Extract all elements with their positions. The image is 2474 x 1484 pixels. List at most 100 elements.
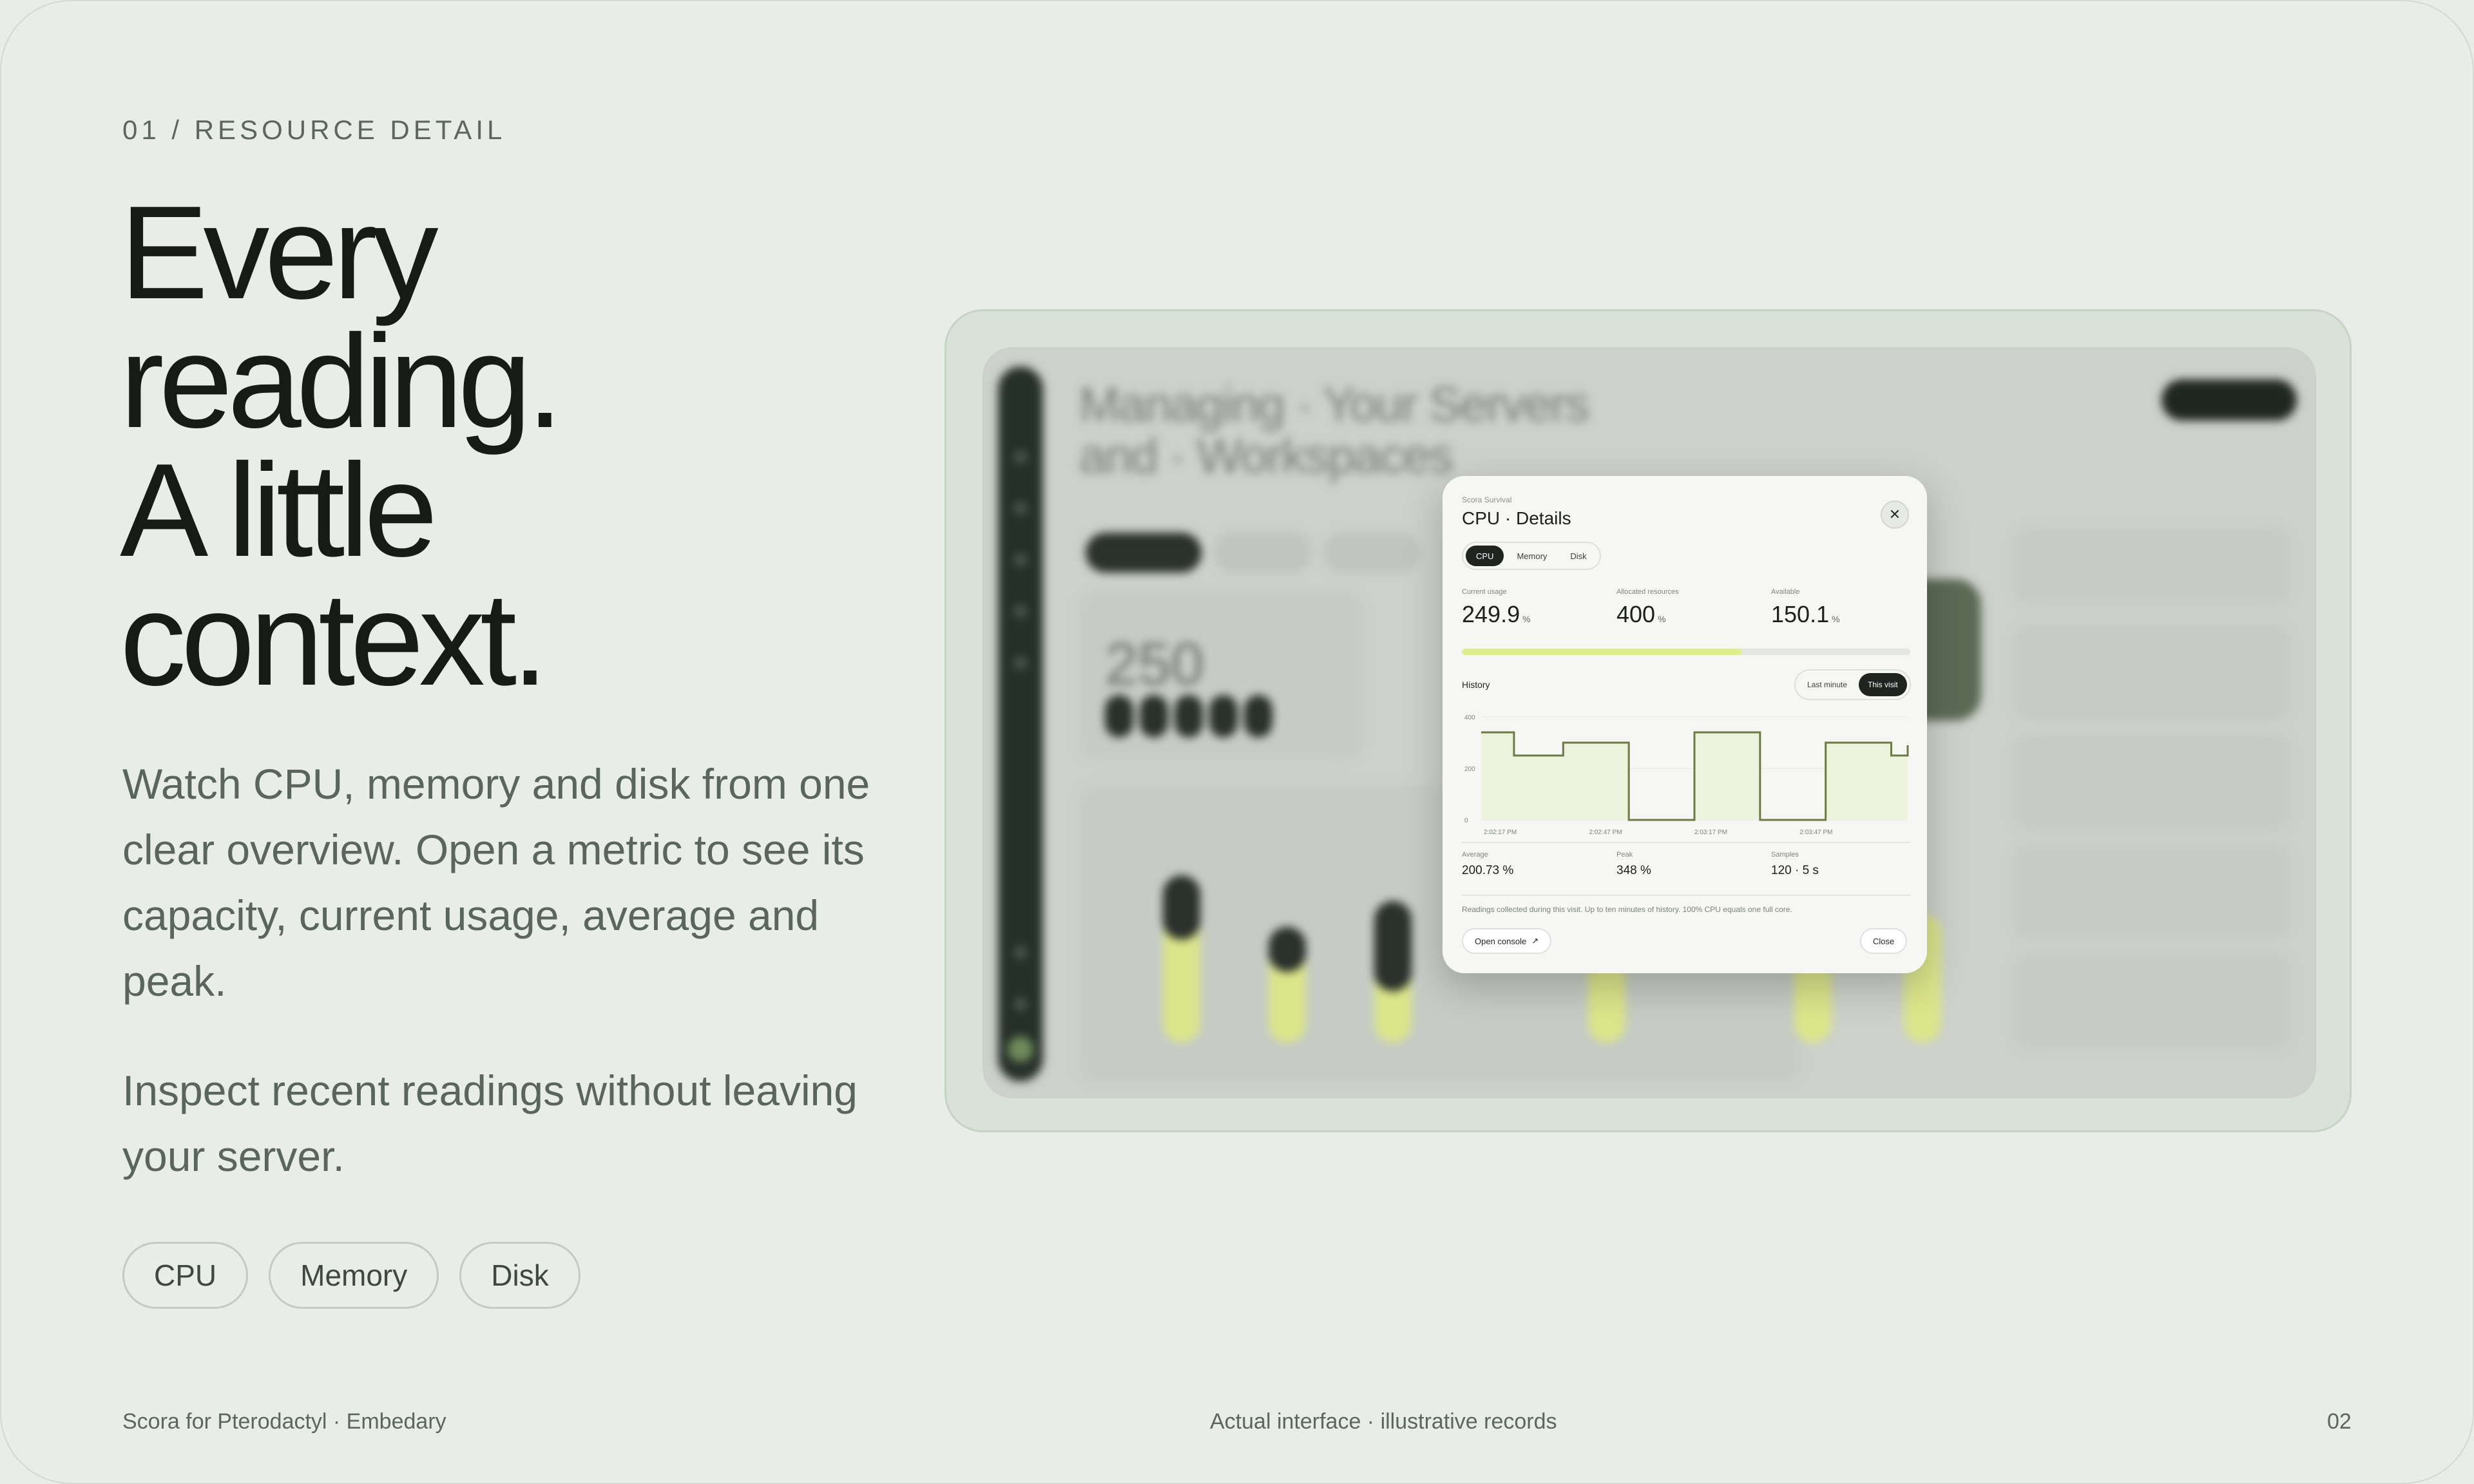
stat-current-usage: Current usage 249.9% <box>1462 588 1531 628</box>
summary-label: Samples <box>1771 851 1799 859</box>
app-card <box>2013 734 2290 830</box>
app-indicator <box>1140 695 1168 737</box>
metric-chips: CPU Memory Disk <box>122 1242 580 1309</box>
avatar <box>1008 1036 1033 1062</box>
headline-line: Every <box>120 178 439 327</box>
app-tab <box>1214 533 1311 573</box>
headline-line: A little <box>120 436 438 584</box>
footer-brand: Scora for Pterodactyl · Embedary <box>122 1409 446 1434</box>
app-bar <box>1269 927 1306 972</box>
sidebar-icon <box>1014 553 1027 566</box>
stat-available: Available 150.1% <box>1771 588 1840 628</box>
app-screenshot: Managing · Your Servers and · Workspaces… <box>983 347 2316 1098</box>
modal-subtitle: Scora Survival <box>1462 495 1512 504</box>
stat-label: Available <box>1771 588 1800 596</box>
headline: Every reading. A little context. <box>120 178 563 713</box>
chart-y-tick-label: 200 <box>1464 766 1475 773</box>
summary-label: Peak <box>1616 851 1633 859</box>
chip-disk[interactable]: Disk <box>459 1242 580 1309</box>
screenshot-frame: Managing · Your Servers and · Workspaces… <box>945 309 2352 1132</box>
app-card <box>2013 528 2290 605</box>
stat-label: Current usage <box>1462 588 1507 596</box>
summary-value: 348 % <box>1616 864 1651 877</box>
sidebar-icon <box>1014 998 1027 1011</box>
summary-value: 120 · 5 s <box>1771 864 1819 877</box>
modal-title: CPU · Details <box>1462 508 1571 528</box>
close-button[interactable]: Close <box>1860 928 1908 954</box>
app-bar <box>1374 901 1412 991</box>
external-link-icon: ↗ <box>1531 936 1539 946</box>
app-indicator <box>1105 695 1133 737</box>
app-indicator <box>1244 695 1272 737</box>
summary-label: Average <box>1462 851 1488 859</box>
stat-unit: % <box>1522 614 1531 624</box>
app-bar <box>1163 875 1200 940</box>
summary-samples: Samples 120 · 5 s <box>1771 851 1819 878</box>
range-last-minute[interactable]: Last minute <box>1798 673 1856 696</box>
chart-x-tick-label: 2:03:17 PM <box>1694 829 1727 836</box>
sidebar-icon <box>1014 656 1027 669</box>
stat-allocated: Allocated resources 400% <box>1616 588 1679 628</box>
section-eyebrow: 01 / RESOURCE DETAIL <box>122 115 506 145</box>
app-title-line: and · Workspaces <box>1079 429 1453 484</box>
stat-value: 150.1% <box>1771 601 1840 628</box>
app-tab <box>1324 533 1421 573</box>
chip-cpu[interactable]: CPU <box>122 1242 249 1309</box>
tab-disk[interactable]: Disk <box>1560 546 1597 566</box>
modal-note: Readings collected during this visit. Up… <box>1462 905 1792 914</box>
chart-y-tick-label: 400 <box>1464 714 1475 721</box>
sidebar-icon <box>1014 502 1027 515</box>
history-chart: 400 200 0 2:02:17 PM 2:02:47 PM 2:03:17 PM 2:0… <box>1464 714 1909 836</box>
app-page-title: Managing · Your Servers and · Workspaces <box>1079 377 1589 484</box>
description-paragraph: Watch CPU, memory and disk from one clea… <box>122 760 870 1005</box>
app-sidebar <box>998 366 1043 1081</box>
chip-memory[interactable]: Memory <box>269 1242 439 1309</box>
range-this-visit[interactable]: This visit <box>1859 673 1907 696</box>
stat-unit: % <box>1658 614 1666 624</box>
stat-value: 249.9% <box>1462 601 1531 628</box>
stat-number: 400 <box>1616 601 1656 627</box>
app-card <box>2013 624 2290 721</box>
stat-label: Allocated resources <box>1616 588 1679 596</box>
app-card <box>2013 843 2290 940</box>
sidebar-icon <box>1014 946 1027 959</box>
app-big-number: 250 <box>1105 631 1204 697</box>
app-card <box>2013 953 2290 1049</box>
sidebar-icon <box>1014 605 1027 618</box>
chart-x-tick-label: 2:02:47 PM <box>1589 829 1622 836</box>
history-range-toggle: Last minute This visit <box>1794 669 1911 700</box>
app-indicator <box>1175 695 1203 737</box>
app-action-button <box>2162 379 2297 421</box>
slide: 01 / RESOURCE DETAIL Every reading. A li… <box>0 0 2474 1484</box>
history-label: History <box>1462 680 1490 690</box>
usage-progress-bar <box>1462 649 1910 655</box>
summary-peak: Peak 348 % <box>1616 851 1651 878</box>
tab-cpu[interactable]: CPU <box>1466 546 1504 566</box>
chart-x-tick-label: 2:02:17 PM <box>1484 829 1517 836</box>
app-indicator <box>1209 695 1238 737</box>
stat-number: 249.9 <box>1462 601 1520 627</box>
description-paragraph-secondary: Inspect recent readings without leaving … <box>122 1067 858 1180</box>
stat-number: 150.1 <box>1771 601 1830 627</box>
sidebar-icon <box>1014 450 1027 463</box>
stat-unit: % <box>1832 614 1840 624</box>
stat-value: 400% <box>1616 601 1679 628</box>
footer-caption: Actual interface · illustrative records <box>1210 1409 1557 1434</box>
headline-line: reading. <box>120 307 563 455</box>
open-console-button[interactable]: Open console ↗ <box>1462 928 1552 954</box>
usage-progress-fill <box>1462 649 1742 655</box>
cpu-details-modal: Scora Survival CPU · Details ✕ CPU Memor… <box>1443 476 1927 973</box>
metric-tabs: CPU Memory Disk <box>1462 542 1601 570</box>
close-icon[interactable]: ✕ <box>1881 500 1909 529</box>
divider <box>1462 842 1910 843</box>
chart-x-tick-label: 2:03:47 PM <box>1799 829 1832 836</box>
page-number: 02 <box>2327 1409 2352 1434</box>
divider <box>1462 895 1910 896</box>
summary-value: 200.73 % <box>1462 864 1514 877</box>
chart-y-tick-label: 0 <box>1464 817 1468 824</box>
headline-line: context. <box>120 565 548 713</box>
app-title-line: Managing · Your Servers <box>1079 377 1589 432</box>
summary-average: Average 200.73 % <box>1462 851 1513 878</box>
open-console-label: Open console <box>1475 936 1527 946</box>
tab-memory[interactable]: Memory <box>1506 546 1557 566</box>
